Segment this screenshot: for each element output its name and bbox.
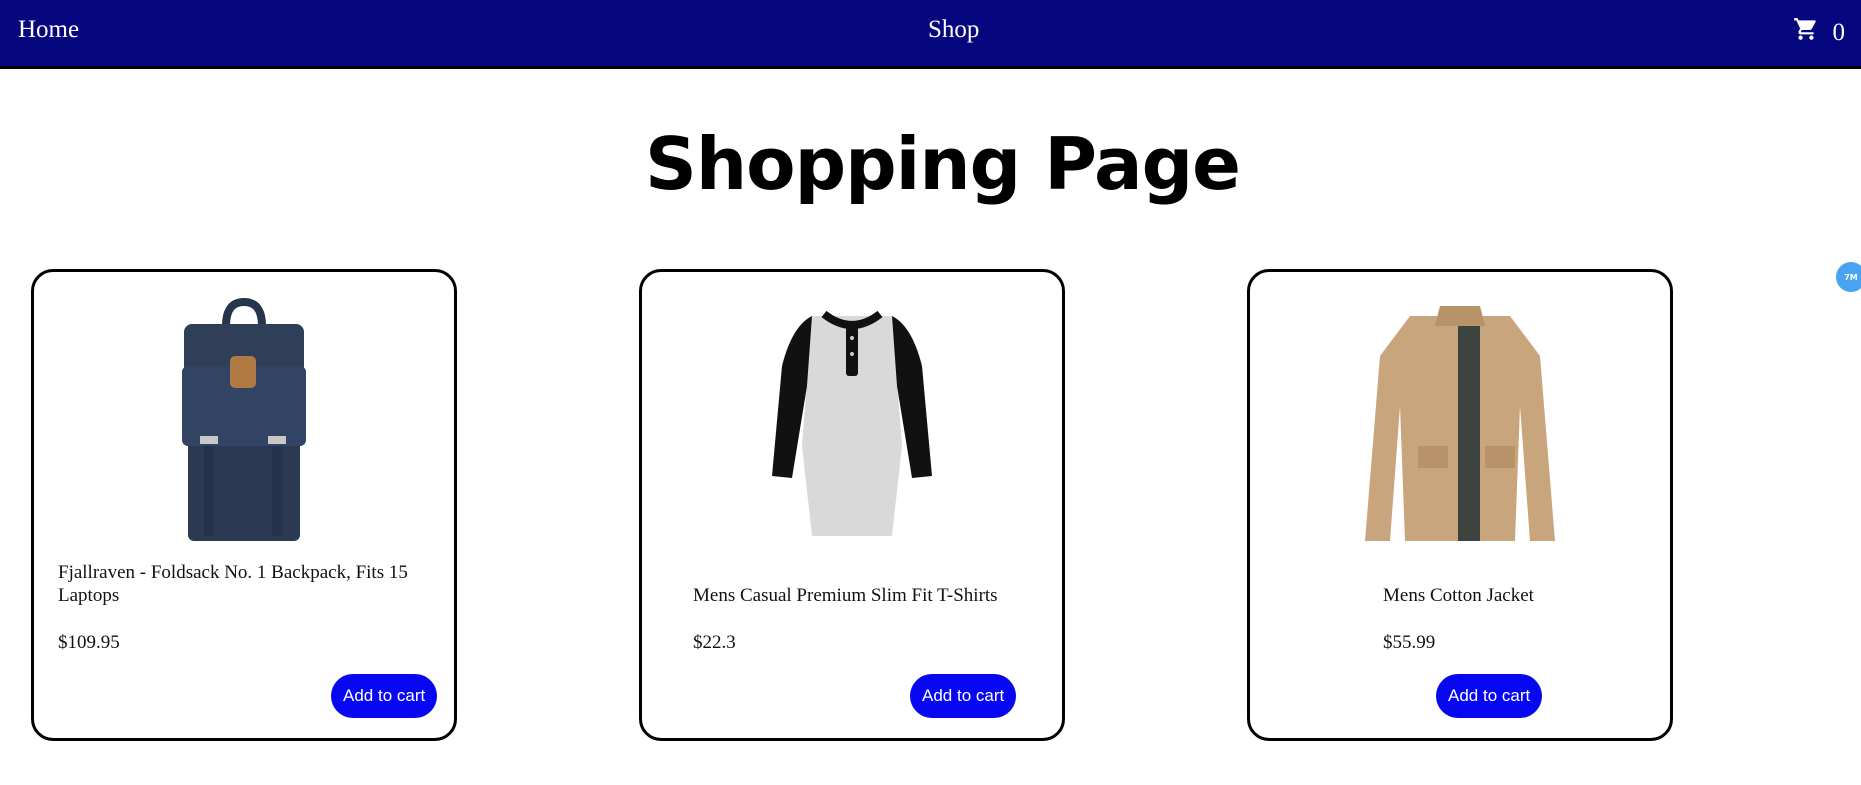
product-card-backpack: Fjallraven - Foldsack No. 1 Backpack, Fi… bbox=[31, 269, 457, 741]
navbar: Home Shop 0 bbox=[0, 0, 1861, 69]
product-title: Fjallraven - Foldsack No. 1 Backpack, Fi… bbox=[58, 562, 408, 606]
add-to-cart-button[interactable]: Add to cart bbox=[1436, 674, 1543, 718]
product-card-tshirt: Mens Casual Premium Slim Fit T-Shirts $2… bbox=[639, 269, 1065, 741]
product-image-tshirt bbox=[642, 296, 1062, 546]
product-card-jacket: Mens Cotton Jacket $55.99 Add to cart bbox=[1247, 269, 1673, 741]
add-to-cart-button[interactable]: Add to cart bbox=[910, 674, 1017, 718]
product-price: $109.95 bbox=[58, 632, 120, 653]
cart-count: 0 bbox=[1832, 18, 1846, 46]
cart-icon bbox=[1793, 16, 1819, 49]
product-image-jacket bbox=[1250, 296, 1670, 546]
product-image-backpack bbox=[34, 296, 454, 546]
product-title: Mens Casual Premium Slim Fit T-Shirts bbox=[693, 585, 998, 606]
nav-cart[interactable]: 0 bbox=[1793, 16, 1846, 49]
floating-badge[interactable]: 7M bbox=[1836, 262, 1861, 292]
page-title: Shopping Page bbox=[645, 122, 1241, 206]
nav-home-link[interactable]: Home bbox=[18, 16, 79, 44]
nav-shop-link[interactable]: Shop bbox=[928, 16, 979, 44]
product-price: $55.99 bbox=[1383, 632, 1436, 653]
product-price: $22.3 bbox=[693, 632, 736, 653]
add-to-cart-button[interactable]: Add to cart bbox=[331, 674, 438, 718]
product-title: Mens Cotton Jacket bbox=[1383, 585, 1534, 606]
